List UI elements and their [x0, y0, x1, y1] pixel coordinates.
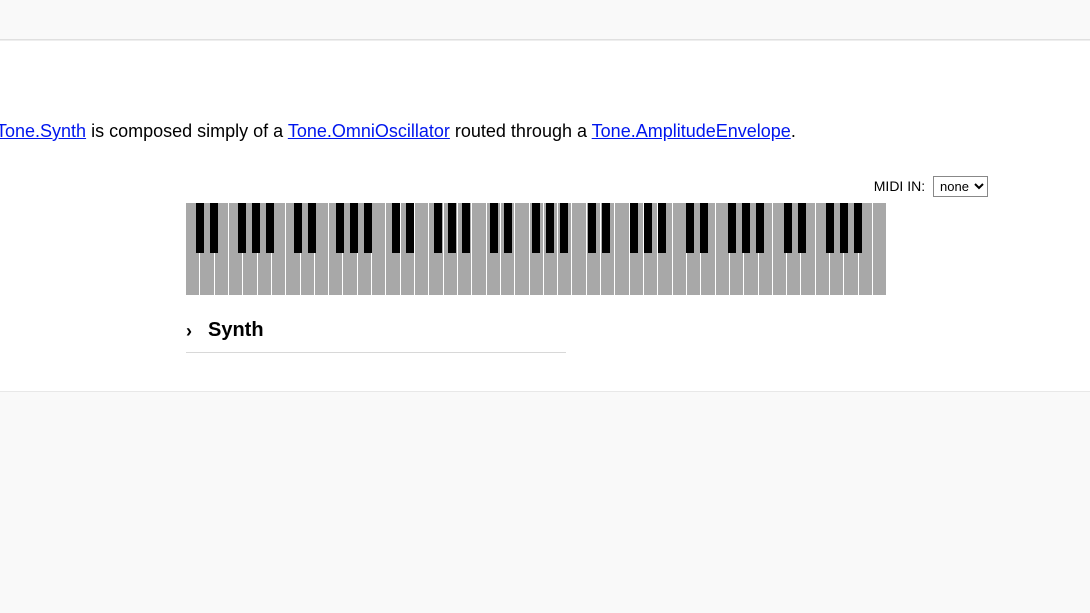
- black-key[interactable]: [588, 203, 596, 253]
- synth-toggle[interactable]: › Synth: [186, 315, 566, 346]
- white-key[interactable]: [372, 203, 386, 295]
- synth-title: Synth: [208, 319, 264, 342]
- black-key[interactable]: [630, 203, 638, 253]
- white-key[interactable]: [873, 203, 886, 295]
- desc-text-1: is composed simply of a: [86, 121, 288, 141]
- description-text: Tone.Synth is composed simply of a Tone.…: [0, 41, 1090, 142]
- black-key[interactable]: [266, 203, 274, 253]
- white-key[interactable]: [315, 203, 329, 295]
- black-key[interactable]: [546, 203, 554, 253]
- black-key[interactable]: [644, 203, 652, 253]
- black-key[interactable]: [742, 203, 750, 253]
- top-strip: [0, 0, 1090, 40]
- content-box: Tone.Synth is composed simply of a Tone.…: [0, 40, 1090, 392]
- black-key[interactable]: [700, 203, 708, 253]
- white-key[interactable]: [515, 203, 529, 295]
- black-key[interactable]: [448, 203, 456, 253]
- black-key[interactable]: [602, 203, 610, 253]
- midi-in-select[interactable]: none: [933, 176, 988, 197]
- black-key[interactable]: [238, 203, 246, 253]
- midi-in-row: MIDI IN: none: [102, 176, 988, 197]
- synth-panel: › Synth: [186, 315, 566, 353]
- midi-in-label: MIDI IN:: [874, 178, 925, 194]
- desc-text-2: routed through a: [450, 121, 592, 141]
- white-key[interactable]: [415, 203, 429, 295]
- black-key[interactable]: [560, 203, 568, 253]
- white-key[interactable]: [472, 203, 486, 295]
- black-key[interactable]: [406, 203, 414, 253]
- white-key[interactable]: [673, 203, 687, 295]
- black-key[interactable]: [364, 203, 372, 253]
- black-key[interactable]: [196, 203, 204, 253]
- black-key[interactable]: [504, 203, 512, 253]
- black-key[interactable]: [686, 203, 694, 253]
- black-key[interactable]: [826, 203, 834, 253]
- black-key[interactable]: [658, 203, 666, 253]
- black-key[interactable]: [756, 203, 764, 253]
- black-key[interactable]: [840, 203, 848, 253]
- black-key[interactable]: [728, 203, 736, 253]
- black-key[interactable]: [210, 203, 218, 253]
- black-key[interactable]: [854, 203, 862, 253]
- link-tone-omnioscillator[interactable]: Tone.OmniOscillator: [288, 121, 450, 141]
- white-key[interactable]: [272, 203, 286, 295]
- chevron-right-icon: ›: [186, 322, 198, 340]
- black-key[interactable]: [392, 203, 400, 253]
- white-key[interactable]: [615, 203, 629, 295]
- black-key[interactable]: [294, 203, 302, 253]
- black-key[interactable]: [490, 203, 498, 253]
- piano-keyboard[interactable]: [186, 203, 886, 295]
- black-key[interactable]: [532, 203, 540, 253]
- black-key[interactable]: [308, 203, 316, 253]
- black-key[interactable]: [784, 203, 792, 253]
- black-key[interactable]: [252, 203, 260, 253]
- link-tone-amplitudeenvelope[interactable]: Tone.AmplitudeEnvelope: [592, 121, 791, 141]
- black-key[interactable]: [336, 203, 344, 253]
- black-key[interactable]: [350, 203, 358, 253]
- black-key[interactable]: [798, 203, 806, 253]
- black-key[interactable]: [434, 203, 442, 253]
- black-key[interactable]: [462, 203, 470, 253]
- bottom-area: [0, 392, 1090, 613]
- link-tone-synth[interactable]: Tone.Synth: [0, 121, 86, 141]
- white-key[interactable]: [572, 203, 586, 295]
- desc-text-3: .: [791, 121, 796, 141]
